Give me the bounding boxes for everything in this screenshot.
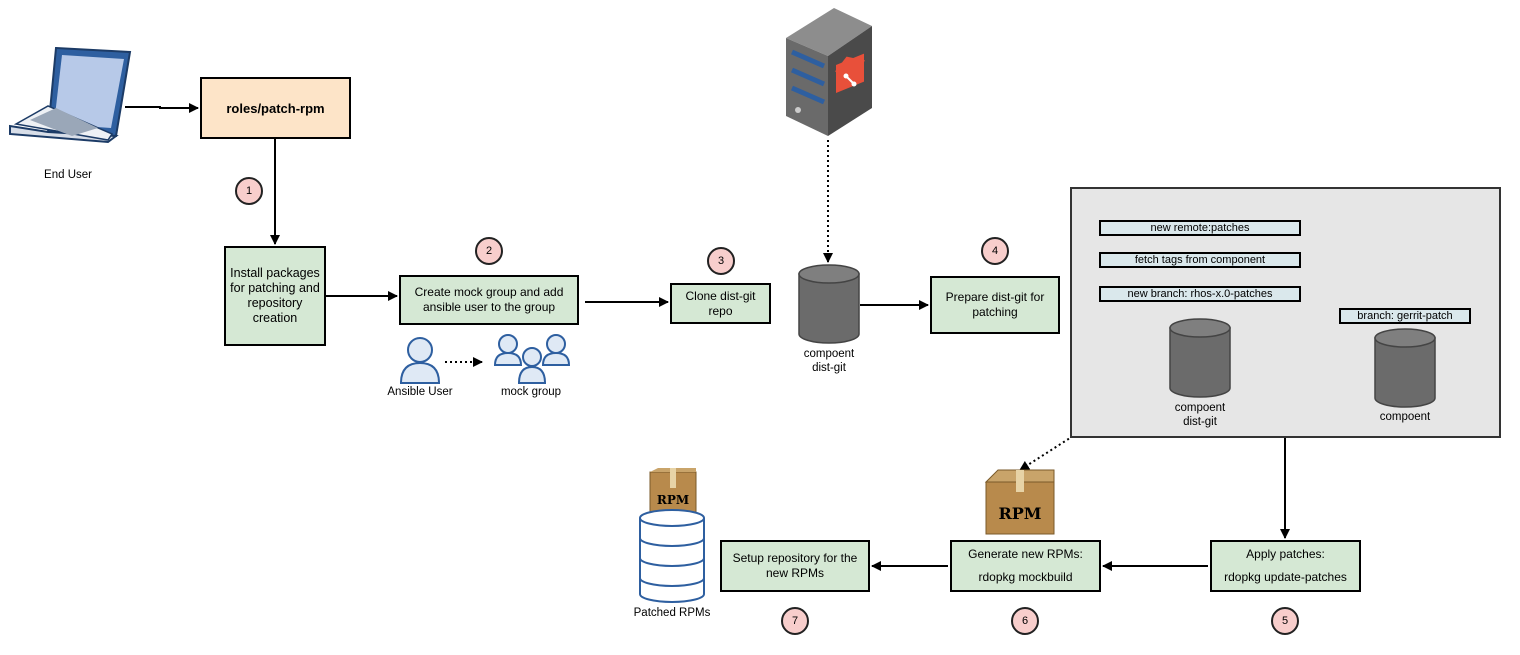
ansible-user-icon: [399, 337, 441, 384]
step-6-box[interactable]: Generate new RPMs: rdopkg mockbuild: [950, 540, 1101, 592]
step-7-label: Setup repository for the new RPMs: [732, 551, 858, 580]
arrow-user-to-role: [125, 103, 199, 113]
step-7-box[interactable]: Setup repository for the new RPMs: [720, 540, 870, 592]
step-5-label: Apply patches:: [1246, 547, 1325, 561]
tag-new-remote: new remote:patches: [1099, 220, 1301, 236]
step-6-badge: 6: [1011, 607, 1039, 635]
component-dist-git-db-icon: [798, 264, 860, 344]
rpm-package: RPM: [984, 468, 1056, 536]
rpm-box-icon: [984, 469, 1055, 535]
step-2-badge: 2: [475, 237, 503, 265]
role-label: roles/patch-rpm: [226, 100, 325, 116]
laptop-icon: [9, 46, 132, 144]
mock-group-icon: [493, 334, 571, 384]
step-1-box[interactable]: Install packages for patching and reposi…: [224, 246, 326, 346]
rpm-label: RPM: [998, 504, 1042, 523]
step-5-box[interactable]: Apply patches: rdopkg update-patches: [1210, 540, 1361, 592]
step-7-badge: 7: [781, 607, 809, 635]
step-6-label: Generate new RPMs:: [968, 547, 1083, 561]
patched-rpms-repo-icon: [639, 468, 705, 603]
inner-dist-git-db-icon: [1169, 318, 1231, 398]
tag-fetch-tags: fetch tags from component: [1099, 252, 1301, 268]
step-1-label: Install packages for patching and reposi…: [230, 266, 320, 325]
mock-group-label: mock group: [500, 386, 562, 398]
step-3-box[interactable]: Clone dist-git repo: [670, 283, 771, 324]
component-label: compoent: [1379, 411, 1431, 423]
end-user: End User: [8, 46, 133, 186]
ansible-user-label: Ansible User: [387, 386, 453, 398]
component-dist-git-label: compoent dist-git: [803, 348, 855, 374]
step-4-badge: 4: [981, 237, 1009, 265]
role-patch-rpm-box[interactable]: roles/patch-rpm: [200, 77, 351, 139]
git-server-icon: [786, 8, 872, 136]
step-2-box[interactable]: Create mock group and add ansible user t…: [399, 275, 579, 325]
inner-dist-git-label: compoent dist-git: [1174, 402, 1226, 428]
component-db-icon: [1374, 328, 1436, 408]
step-4-box[interactable]: Prepare dist-git for patching: [930, 276, 1060, 334]
end-user-label: End User: [44, 169, 92, 181]
step-1-badge: 1: [235, 177, 263, 205]
step-5-command: rdopkg update-patches: [1224, 570, 1347, 584]
step-4-label: Prepare dist-git for patching: [945, 290, 1045, 319]
step-6-command: rdopkg mockbuild: [978, 570, 1073, 584]
step-5-badge: 5: [1271, 607, 1299, 635]
step-3-label: Clone dist-git repo: [685, 288, 756, 318]
step-2-label: Create mock group and add ansible user t…: [414, 285, 564, 314]
tag-gerrit-branch: branch: gerrit-patch: [1339, 308, 1471, 324]
step-3-badge: 3: [707, 247, 735, 275]
patched-rpms-label: Patched RPMs: [633, 607, 711, 619]
tag-new-branch: new branch: rhos-x.0-patches: [1099, 286, 1301, 302]
patched-rpm-badge-label: RPM: [656, 493, 690, 507]
patched-rpms: RPM Patched RPMs: [630, 468, 720, 628]
